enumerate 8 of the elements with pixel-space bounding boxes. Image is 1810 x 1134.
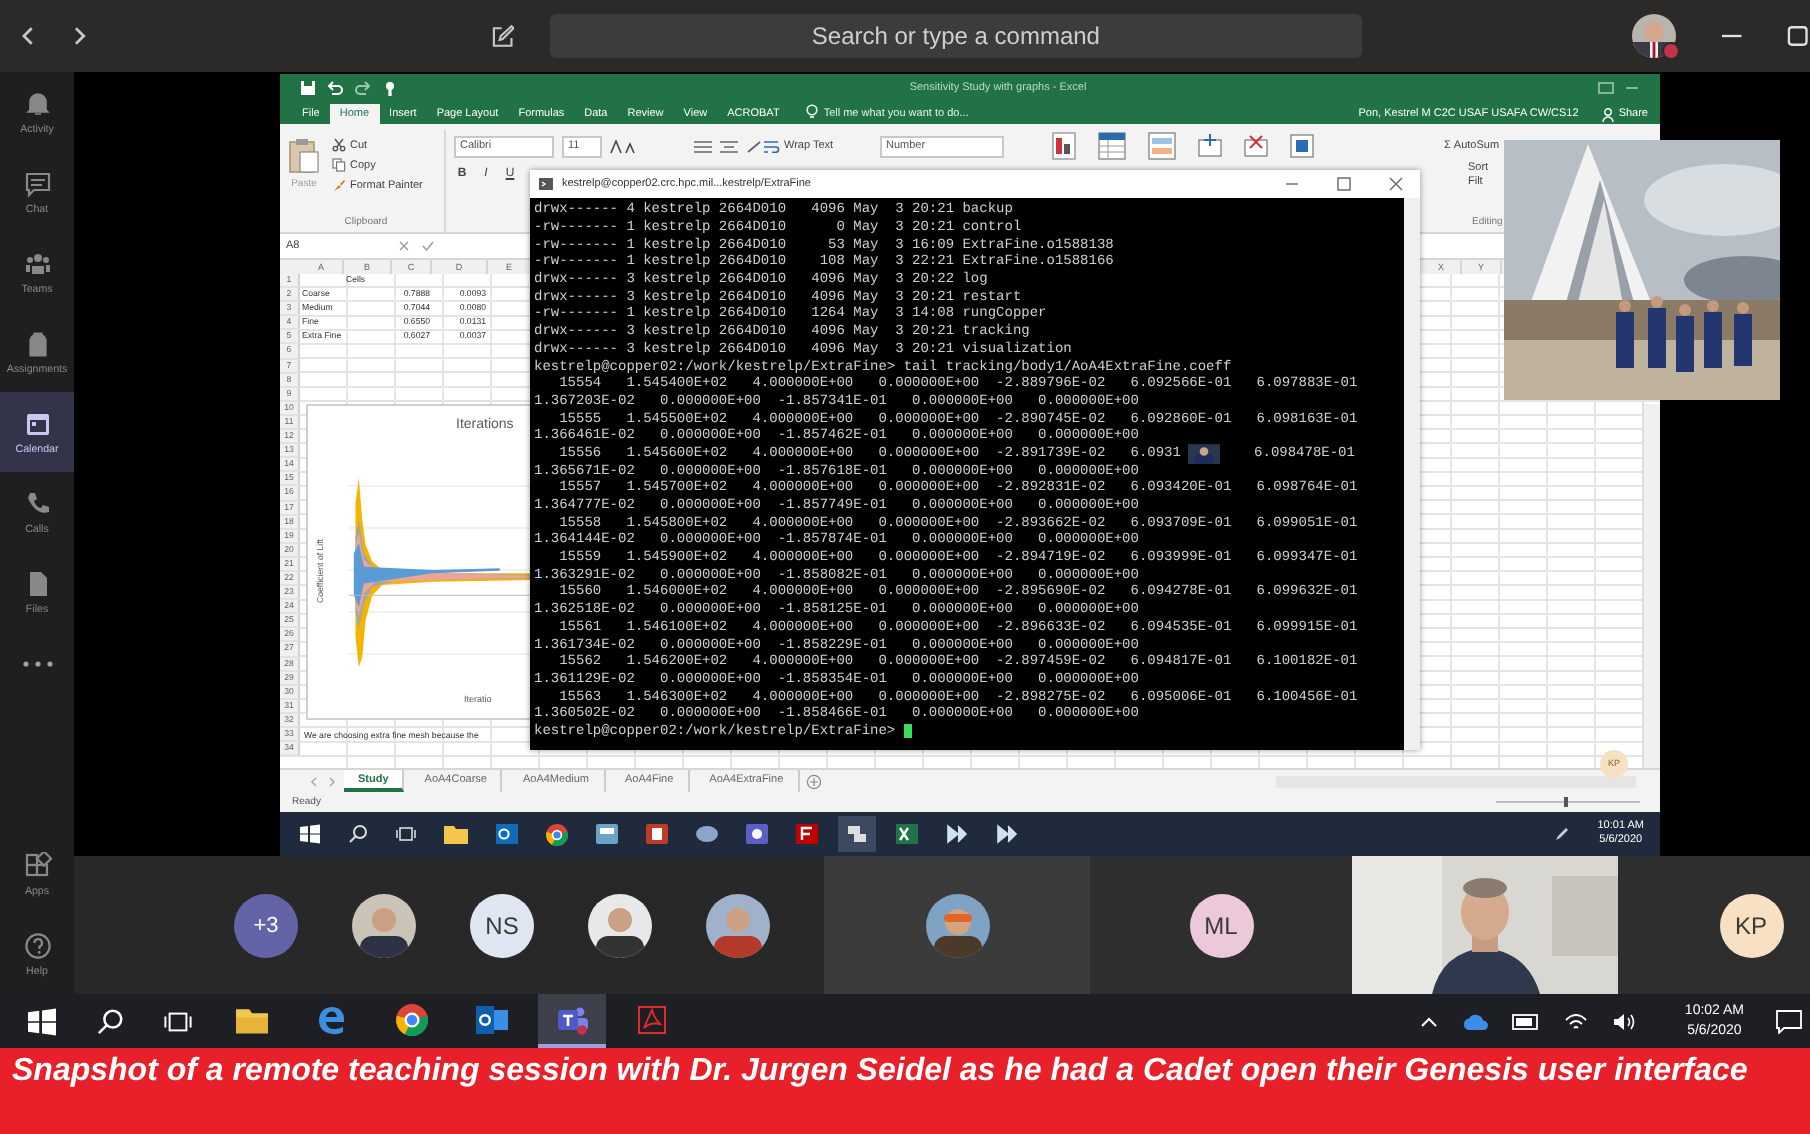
- participant-tile[interactable]: ML: [1090, 856, 1352, 994]
- avatar[interactable]: NS: [470, 893, 534, 957]
- caption: Snapshot of a remote teaching session with Dr. Jurgen Seidel as he had a Cadet open their Genesis user interface: [0, 1048, 1810, 1134]
- avatar[interactable]: ML: [1189, 893, 1253, 957]
- avatar[interactable]: +3: [234, 893, 298, 957]
- participant-tile[interactable]: KP: [1618, 856, 1810, 994]
- search-field[interactable]: Search or type a command: [550, 14, 1362, 58]
- avatar[interactable]: KP: [1719, 893, 1783, 957]
